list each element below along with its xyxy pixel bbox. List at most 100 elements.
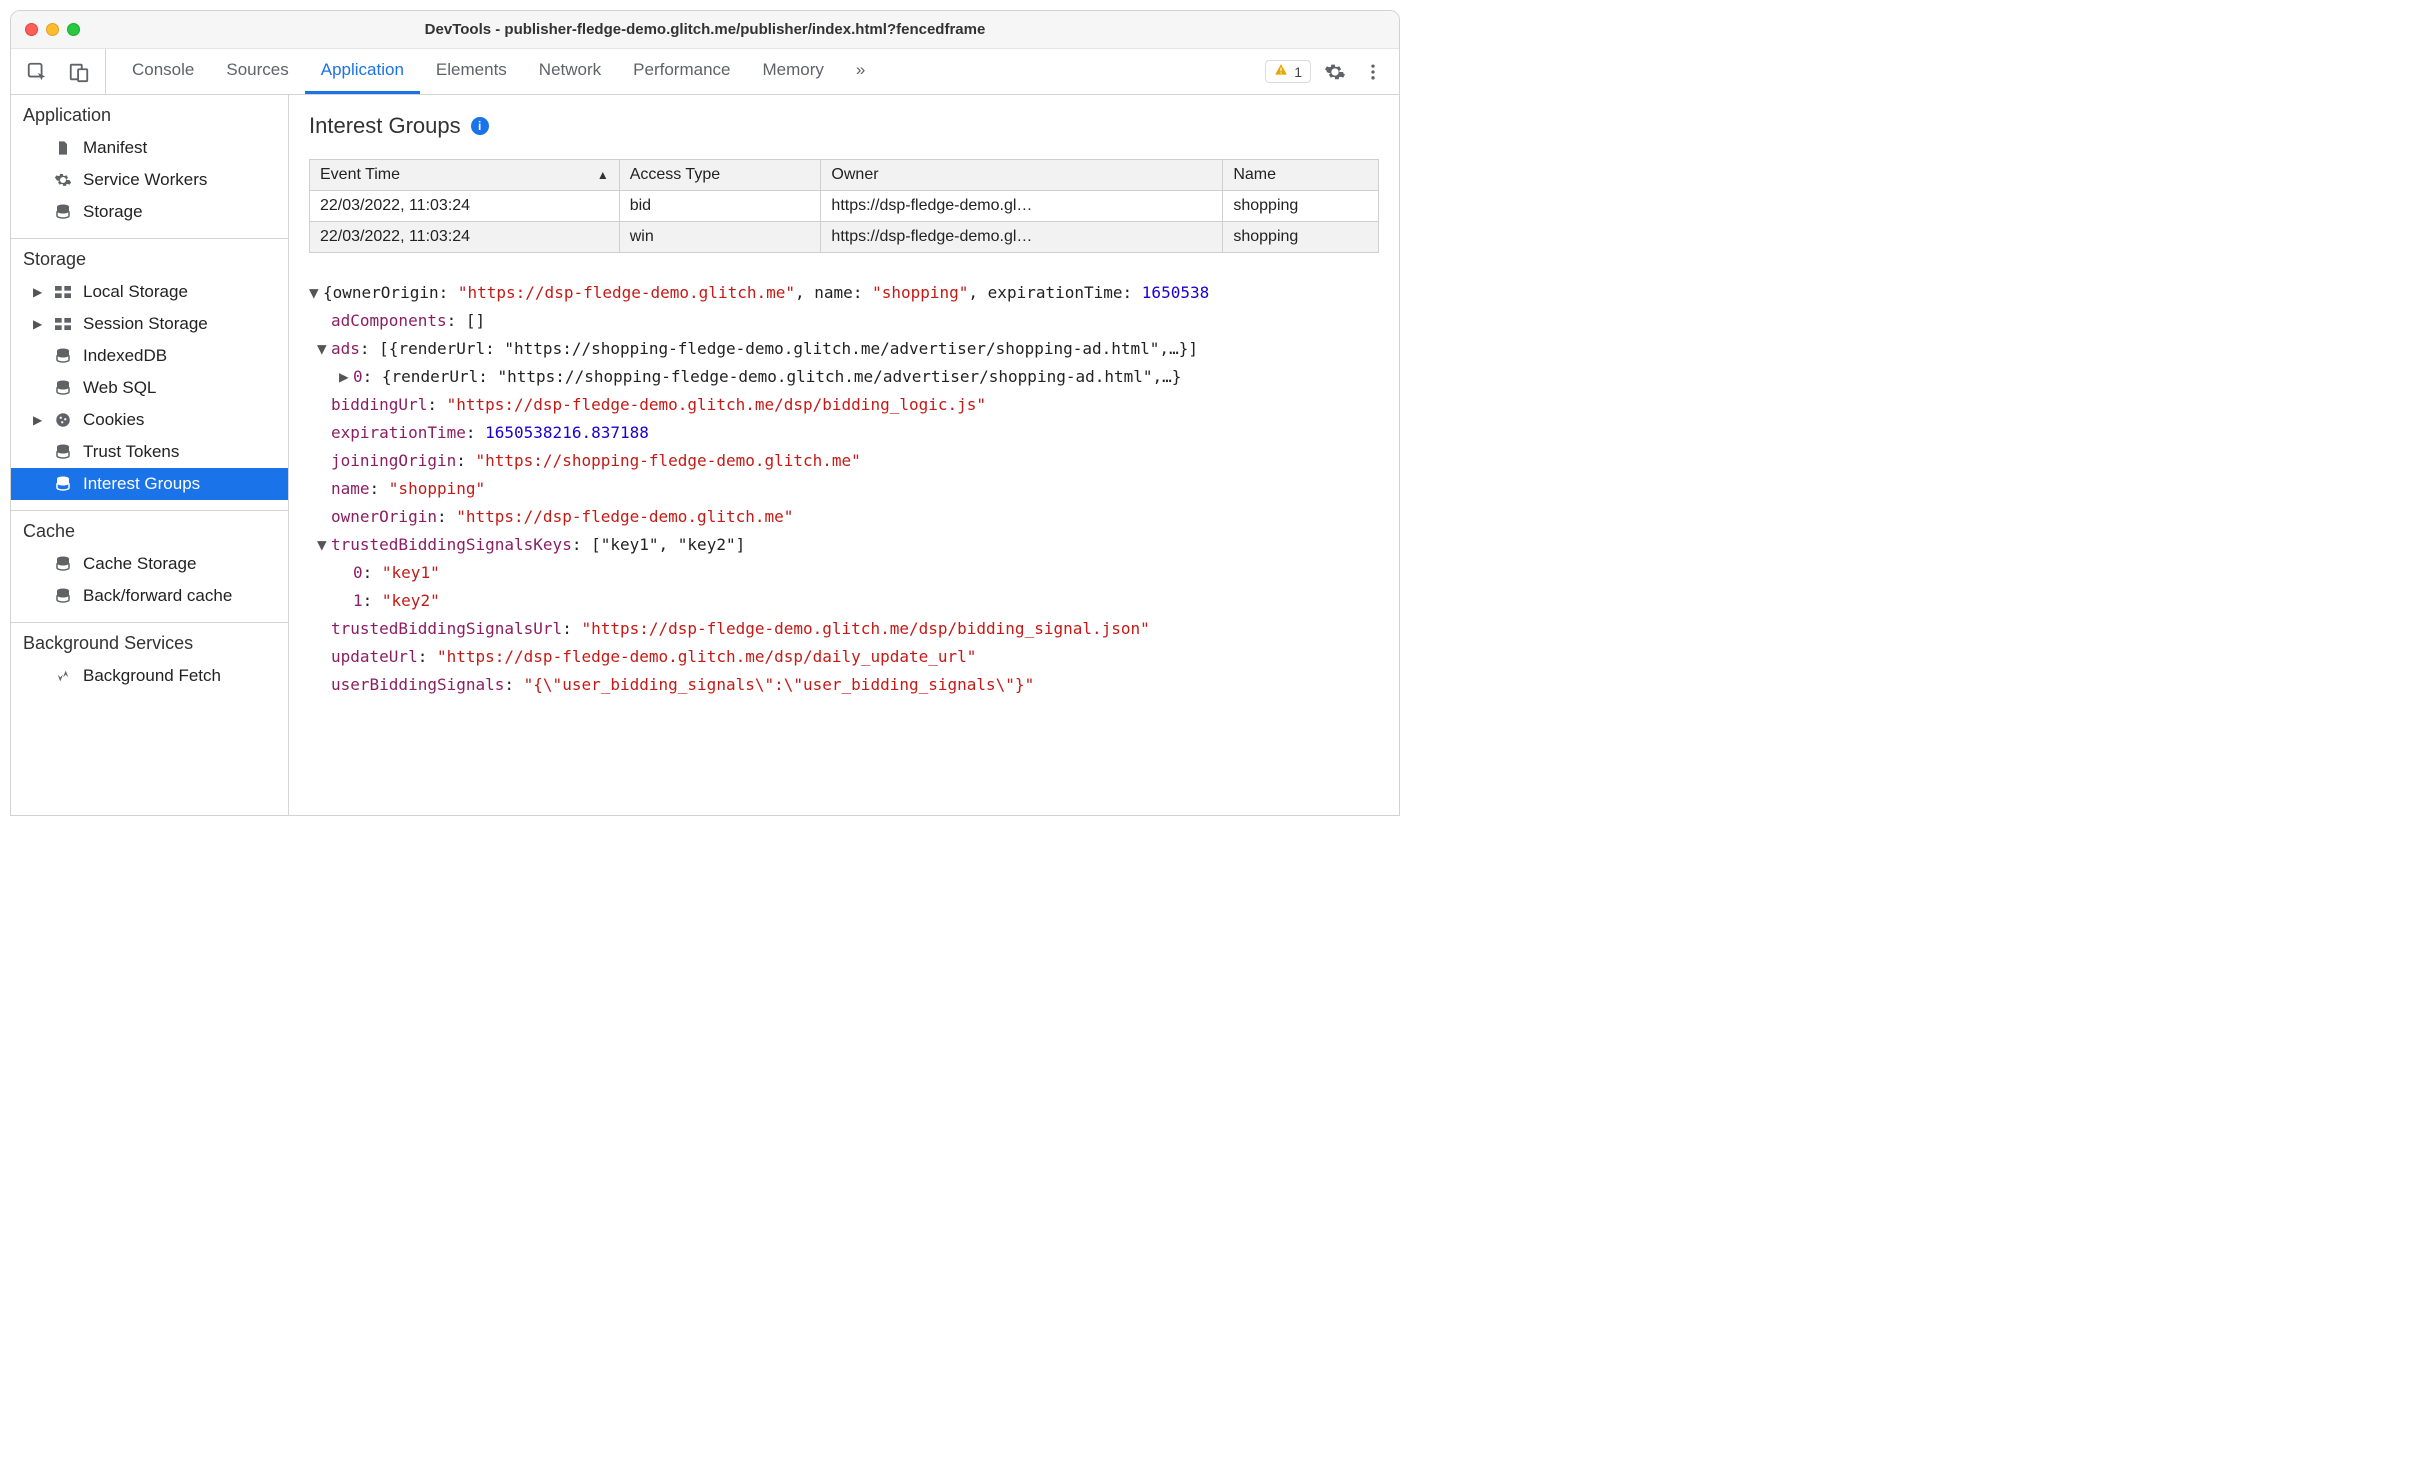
tab-network[interactable]: Network xyxy=(523,49,617,94)
caret-right-icon: ▶ xyxy=(33,285,43,299)
tab-application[interactable]: Application xyxy=(305,49,420,94)
tab-elements[interactable]: Elements xyxy=(420,49,523,94)
toolbar-right: 1 xyxy=(1265,58,1399,86)
object-viewer[interactable]: ▼{ownerOrigin: "https://dsp-fledge-demo.… xyxy=(309,279,1379,699)
main-toolbar: Console Sources Application Elements Net… xyxy=(11,49,1399,95)
col-event-time[interactable]: Event Time ▲ xyxy=(310,160,620,191)
cell-owner: https://dsp-fledge-demo.gl… xyxy=(821,222,1223,253)
cell-access-type: bid xyxy=(619,191,821,222)
cell-owner: https://dsp-fledge-demo.gl… xyxy=(821,191,1223,222)
caret-down-icon: ▼ xyxy=(317,531,331,559)
cell-name: shopping xyxy=(1223,191,1379,222)
obj-tbsu[interactable]: trustedBiddingSignalsUrl: "https://dsp-f… xyxy=(309,615,1379,643)
sidebar-item-trust-tokens[interactable]: Trust Tokens xyxy=(11,436,288,468)
sidebar-item-bf-cache[interactable]: Back/forward cache xyxy=(11,580,288,612)
sidebar-item-label: Cache Storage xyxy=(83,554,196,574)
cell-name: shopping xyxy=(1223,222,1379,253)
sidebar-item-indexeddb[interactable]: IndexedDB xyxy=(11,340,288,372)
device-toggle-icon[interactable] xyxy=(65,58,93,86)
obj-tbsk-0[interactable]: 0: "key1" xyxy=(309,559,1379,587)
storage-icon xyxy=(53,587,73,605)
sidebar-item-manifest[interactable]: Manifest xyxy=(11,132,288,164)
caret-right-icon: ▶ xyxy=(339,363,353,391)
storage-icon xyxy=(53,443,73,461)
table-icon xyxy=(53,285,73,299)
tab-sources[interactable]: Sources xyxy=(210,49,304,94)
storage-icon xyxy=(53,475,73,493)
obj-userbiddingsignals[interactable]: userBiddingSignals: "{\"user_bidding_sig… xyxy=(309,671,1379,699)
obj-expirationtime[interactable]: expirationTime: 1650538216.837188 xyxy=(309,419,1379,447)
table-icon xyxy=(53,317,73,331)
col-name[interactable]: Name xyxy=(1223,160,1379,191)
sidebar-item-storage[interactable]: Storage xyxy=(11,196,288,228)
col-owner[interactable]: Owner xyxy=(821,160,1223,191)
sidebar-item-label: Web SQL xyxy=(83,378,156,398)
obj-joiningorigin[interactable]: joiningOrigin: "https://shopping-fledge-… xyxy=(309,447,1379,475)
col-access-type[interactable]: Access Type xyxy=(619,160,821,191)
sidebar-item-label: Cookies xyxy=(83,410,144,430)
sidebar-item-session-storage[interactable]: ▶ Session Storage xyxy=(11,308,288,340)
caret-down-icon: ▼ xyxy=(317,335,331,363)
devtools-window: DevTools - publisher-fledge-demo.glitch.… xyxy=(10,10,1400,816)
obj-tbsk-1[interactable]: 1: "key2" xyxy=(309,587,1379,615)
sidebar-item-label: Background Fetch xyxy=(83,666,221,686)
issues-count: 1 xyxy=(1294,64,1302,80)
panel-title: Interest Groups i xyxy=(309,113,1379,139)
obj-tbsk[interactable]: ▼trustedBiddingSignalsKeys: ["key1", "ke… xyxy=(309,531,1379,559)
document-icon xyxy=(53,139,73,157)
cell-event-time: 22/03/2022, 11:03:24 xyxy=(310,222,620,253)
sort-asc-icon: ▲ xyxy=(597,168,609,182)
cookie-icon xyxy=(53,411,73,429)
cell-access-type: win xyxy=(619,222,821,253)
sidebar-item-label: Session Storage xyxy=(83,314,208,334)
sidebar-item-label: Interest Groups xyxy=(83,474,200,494)
obj-ads[interactable]: ▼ads: [{renderUrl: "https://shopping-fle… xyxy=(309,335,1379,363)
caret-down-icon: ▼ xyxy=(309,279,323,307)
obj-ownerorigin[interactable]: ownerOrigin: "https://dsp-fledge-demo.gl… xyxy=(309,503,1379,531)
main-panel: Interest Groups i Event Time ▲ Access Ty… xyxy=(289,95,1399,815)
sidebar-item-web-sql[interactable]: Web SQL xyxy=(11,372,288,404)
sidebar-item-interest-groups[interactable]: Interest Groups xyxy=(11,468,288,500)
obj-name[interactable]: name: "shopping" xyxy=(309,475,1379,503)
tab-console[interactable]: Console xyxy=(116,49,210,94)
interest-groups-table: Event Time ▲ Access Type Owner Name 22/0… xyxy=(309,159,1379,253)
settings-icon[interactable] xyxy=(1321,58,1349,86)
obj-biddingurl[interactable]: biddingUrl: "https://dsp-fledge-demo.gli… xyxy=(309,391,1379,419)
warning-icon xyxy=(1274,63,1288,80)
sidebar-item-cache-storage[interactable]: Cache Storage xyxy=(11,548,288,580)
toolbar-left xyxy=(11,49,106,94)
table-header-row: Event Time ▲ Access Type Owner Name xyxy=(310,160,1379,191)
tab-memory[interactable]: Memory xyxy=(746,49,839,94)
sidebar[interactable]: Application Manifest Service Workers Sto… xyxy=(11,95,289,815)
gear-icon xyxy=(53,171,73,189)
caret-right-icon: ▶ xyxy=(33,413,43,427)
obj-adcomponents[interactable]: adComponents: [] xyxy=(309,307,1379,335)
table-row[interactable]: 22/03/2022, 11:03:24 win https://dsp-fle… xyxy=(310,222,1379,253)
sidebar-section-background-services: Background Services xyxy=(11,623,288,660)
inspect-icon[interactable] xyxy=(23,58,51,86)
storage-icon xyxy=(53,203,73,221)
sidebar-item-label: Manifest xyxy=(83,138,147,158)
obj-ads-0[interactable]: ▶0: {renderUrl: "https://shopping-fledge… xyxy=(309,363,1379,391)
storage-icon xyxy=(53,379,73,397)
kebab-menu-icon[interactable] xyxy=(1359,58,1387,86)
sidebar-section-cache: Cache xyxy=(11,511,288,548)
obj-top[interactable]: ▼{ownerOrigin: "https://dsp-fledge-demo.… xyxy=(309,279,1379,307)
tab-performance[interactable]: Performance xyxy=(617,49,746,94)
obj-updateurl[interactable]: updateUrl: "https://dsp-fledge-demo.glit… xyxy=(309,643,1379,671)
sidebar-item-label: Storage xyxy=(83,202,143,222)
cell-event-time: 22/03/2022, 11:03:24 xyxy=(310,191,620,222)
sidebar-item-local-storage[interactable]: ▶ Local Storage xyxy=(11,276,288,308)
storage-icon xyxy=(53,347,73,365)
info-icon[interactable]: i xyxy=(471,117,489,135)
sidebar-item-label: Local Storage xyxy=(83,282,188,302)
sidebar-item-service-workers[interactable]: Service Workers xyxy=(11,164,288,196)
tab-more[interactable]: » xyxy=(840,49,881,94)
sidebar-item-background-fetch[interactable]: Background Fetch xyxy=(11,660,288,692)
sidebar-item-label: IndexedDB xyxy=(83,346,167,366)
sidebar-item-cookies[interactable]: ▶ Cookies xyxy=(11,404,288,436)
sidebar-section-application: Application xyxy=(11,95,288,132)
issues-badge[interactable]: 1 xyxy=(1265,60,1311,83)
table-row[interactable]: 22/03/2022, 11:03:24 bid https://dsp-fle… xyxy=(310,191,1379,222)
sidebar-section-storage: Storage xyxy=(11,239,288,276)
